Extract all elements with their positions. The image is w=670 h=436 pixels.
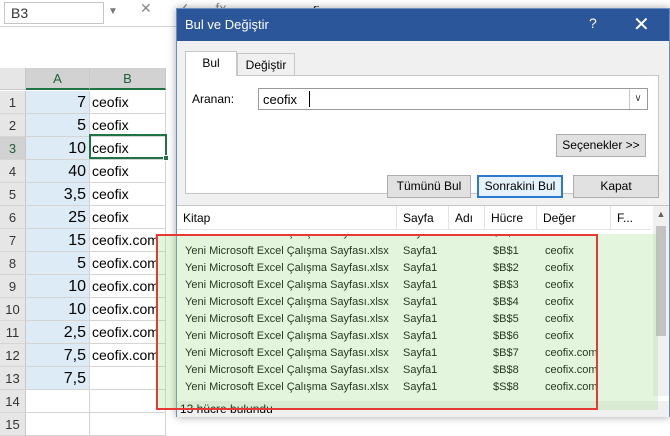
cell-b[interactable] (90, 367, 166, 390)
cell-a[interactable] (26, 413, 90, 436)
row-header[interactable]: 13 (0, 367, 26, 390)
cell-a[interactable]: 10 (26, 137, 90, 160)
row-header[interactable]: 14 (0, 390, 26, 413)
cell-b[interactable] (90, 390, 166, 413)
column-header-book[interactable]: Kitap (177, 206, 397, 230)
dialog-title: Bul ve Değiştir (185, 17, 269, 32)
row-header[interactable]: 10 (0, 298, 26, 321)
column-header-sheet[interactable]: Sayfa (397, 206, 449, 230)
name-box[interactable]: B3 (4, 2, 104, 24)
row-header[interactable]: 11 (0, 321, 26, 344)
cancel-icon[interactable]: ✕ (140, 0, 152, 16)
cell-a[interactable]: 10 (26, 275, 90, 298)
column-header-a[interactable]: A (26, 68, 90, 90)
column-header-name[interactable]: Adı (449, 206, 485, 230)
cell-b[interactable]: ceofix.com (90, 298, 166, 321)
cell-a[interactable]: 5 (26, 252, 90, 275)
cell-a[interactable] (26, 390, 90, 413)
cell-a[interactable]: 40 (26, 160, 90, 183)
cell-b[interactable]: ceofix.com (90, 252, 166, 275)
active-cell-border (89, 134, 167, 159)
close-button[interactable]: Kapat (573, 175, 659, 198)
row-header[interactable]: 3 (0, 137, 26, 160)
cell-a[interactable]: 7,5 (26, 344, 90, 367)
cell-b[interactable]: ceofix (90, 183, 166, 206)
cell-b[interactable]: ceofix.com (90, 344, 166, 367)
row-header[interactable]: 1 (0, 91, 26, 114)
select-all-corner[interactable] (0, 68, 26, 90)
results-header: Kitap Sayfa Adı Hücre Değer F... (177, 206, 651, 230)
cell-b[interactable]: ceofix.com (90, 229, 166, 252)
find-all-button[interactable]: Tümünü Bul (387, 175, 471, 198)
scroll-up-icon[interactable]: ▲ (653, 206, 669, 222)
row-header[interactable]: 8 (0, 252, 26, 275)
cell-a[interactable]: 10 (26, 298, 90, 321)
cell-b[interactable]: ceofix (90, 160, 166, 183)
find-next-button[interactable]: Sonrakini Bul (477, 175, 563, 198)
column-header-value[interactable]: Değer (537, 206, 611, 230)
column-header-formula[interactable]: F... (611, 206, 651, 230)
find-what-value: ceofix (263, 92, 297, 107)
row-header[interactable]: 15 (0, 413, 26, 436)
cell-a[interactable]: 3,5 (26, 183, 90, 206)
row-header[interactable]: 2 (0, 114, 26, 137)
chevron-down-icon[interactable]: ▼ (108, 6, 118, 17)
cell-b[interactable] (90, 413, 166, 436)
cell-a[interactable]: 2,5 (26, 321, 90, 344)
tab-find[interactable]: Bul (185, 51, 237, 76)
close-icon[interactable]: ✕ (633, 12, 650, 37)
cell-b[interactable]: ceofix (90, 91, 166, 114)
options-button[interactable]: Seçenekler >> (556, 134, 646, 157)
find-what-input[interactable]: ceofix ∨ (258, 88, 648, 110)
column-header-b[interactable]: B (90, 68, 166, 90)
dialog-titlebar[interactable]: Bul ve Değiştir ? ✕ (177, 9, 669, 41)
row-header[interactable]: 6 (0, 206, 26, 229)
chevron-down-icon[interactable]: ∨ (629, 89, 646, 109)
cell-b[interactable]: ceofix (90, 206, 166, 229)
cell-b[interactable]: ceofix.com (90, 275, 166, 298)
text-caret (309, 91, 310, 107)
row-header[interactable]: 5 (0, 183, 26, 206)
column-header-cell[interactable]: Hücre (485, 206, 537, 230)
cell-a[interactable]: 25 (26, 206, 90, 229)
fill-handle[interactable] (163, 155, 169, 161)
find-what-label: Aranan: (192, 92, 235, 106)
red-highlight-box (156, 234, 598, 410)
row-header[interactable]: 7 (0, 229, 26, 252)
cell-a[interactable]: 5 (26, 114, 90, 137)
cell-a[interactable]: 7 (26, 91, 90, 114)
cell-a[interactable]: 7,5 (26, 367, 90, 390)
cell-a[interactable]: 15 (26, 229, 90, 252)
help-icon[interactable]: ? (589, 15, 597, 31)
cell-b[interactable]: ceofix.com (90, 321, 166, 344)
row-header[interactable]: 9 (0, 275, 26, 298)
row-header[interactable]: 12 (0, 344, 26, 367)
row-header[interactable]: 4 (0, 160, 26, 183)
tab-replace[interactable]: Değiştir (237, 53, 295, 76)
